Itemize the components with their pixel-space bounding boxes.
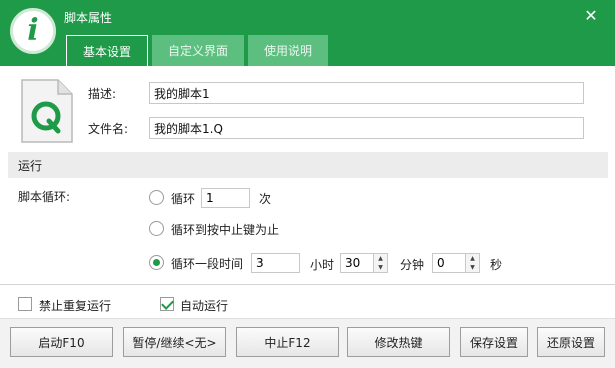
no-repeat-checkbox[interactable] bbox=[18, 297, 32, 311]
auto-run-label: 自动运行 bbox=[180, 299, 229, 313]
loop-duration-radio[interactable] bbox=[149, 255, 164, 270]
loop-duration-label: 循环一段时间 bbox=[171, 257, 244, 271]
filename-input[interactable] bbox=[149, 117, 584, 139]
filename-label: 文件名: bbox=[88, 122, 129, 136]
spin-down-icon[interactable]: ▼ bbox=[374, 263, 387, 272]
loop-label: 脚本循环: bbox=[18, 190, 71, 204]
auto-run-checkbox[interactable] bbox=[160, 297, 174, 311]
pause-button[interactable]: 暂停/继续<无> bbox=[123, 327, 226, 357]
stop-button[interactable]: 中止F12 bbox=[236, 327, 339, 357]
info-icon: i bbox=[10, 8, 56, 54]
loop-count-unit: 次 bbox=[259, 192, 272, 206]
restore-settings-button[interactable]: 还原设置 bbox=[537, 327, 605, 357]
loop-until-stop-radio[interactable] bbox=[149, 221, 164, 236]
save-settings-button[interactable]: 保存设置 bbox=[460, 327, 528, 357]
seconds-unit: 秒 bbox=[490, 258, 503, 272]
spin-up-icon[interactable]: ▲ bbox=[374, 254, 387, 263]
tab-custom-ui[interactable]: 自定义界面 bbox=[152, 35, 245, 66]
tab-instructions[interactable]: 使用说明 bbox=[248, 35, 329, 66]
description-label: 描述: bbox=[88, 87, 117, 101]
spin-down-icon[interactable]: ▼ bbox=[466, 263, 479, 272]
hours-input[interactable] bbox=[251, 253, 300, 273]
loop-count-radio[interactable] bbox=[149, 190, 164, 205]
minutes-input[interactable] bbox=[340, 253, 374, 273]
script-file-icon bbox=[21, 79, 73, 143]
seconds-spinner[interactable]: ▲ ▼ bbox=[465, 253, 480, 273]
divider bbox=[0, 284, 615, 285]
seconds-input[interactable] bbox=[432, 253, 466, 273]
description-input[interactable] bbox=[149, 82, 584, 104]
close-button[interactable]: ✕ bbox=[581, 6, 601, 26]
minutes-spinner[interactable]: ▲ ▼ bbox=[373, 253, 388, 273]
minutes-unit: 分钟 bbox=[400, 258, 425, 272]
window-title: 脚本属性 bbox=[64, 11, 113, 25]
title-bar: i 脚本属性 ✕ 基本设置 自定义界面 使用说明 bbox=[0, 0, 615, 66]
start-button[interactable]: 启动F10 bbox=[10, 327, 113, 357]
tab-bar: 基本设置 自定义界面 使用说明 bbox=[66, 35, 329, 66]
loop-count-input[interactable] bbox=[201, 188, 250, 208]
no-repeat-label: 禁止重复运行 bbox=[39, 299, 112, 313]
tab-basic-settings[interactable]: 基本设置 bbox=[66, 35, 149, 66]
hours-unit: 小时 bbox=[310, 258, 335, 272]
loop-until-stop-label: 循环到按中止键为止 bbox=[171, 223, 280, 237]
spin-up-icon[interactable]: ▲ bbox=[466, 254, 479, 263]
loop-count-label: 循环 bbox=[171, 192, 196, 206]
modify-hotkey-button[interactable]: 修改热键 bbox=[347, 327, 450, 357]
run-section-header: 运行 bbox=[8, 152, 608, 178]
